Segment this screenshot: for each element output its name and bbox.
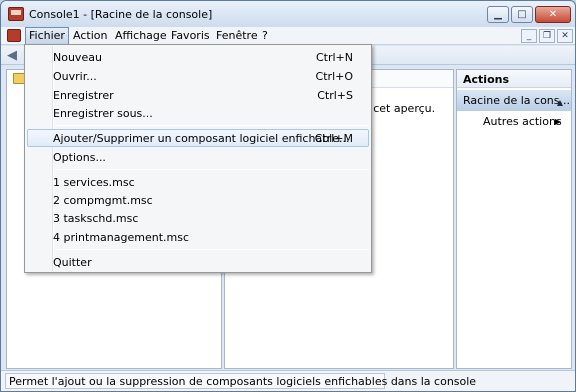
recent-file-4[interactable]: 4 printmanagement.msc: [27, 228, 369, 246]
mdi-minimize-button[interactable]: _: [521, 29, 537, 43]
mdi-restore-button[interactable]: ❐: [539, 29, 555, 43]
menu-fichier[interactable]: Fichier: [25, 27, 69, 45]
menu-bar: Fichier Action Affichage Favoris Fenêtre…: [1, 27, 575, 45]
console-menu-icon[interactable]: [7, 29, 21, 42]
menu-item-options[interactable]: Options...: [27, 148, 369, 166]
menu-help[interactable]: ?: [259, 29, 271, 42]
actions-pane: Actions Racine de la cons... ▲ Autres ac…: [456, 69, 572, 369]
menu-item-ouvrir[interactable]: Ouvrir... Ctrl+O: [27, 67, 369, 85]
menu-favoris[interactable]: Favoris: [168, 29, 213, 42]
actions-group-label: Racine de la cons...: [463, 94, 570, 107]
actions-group-header[interactable]: Racine de la cons...: [457, 90, 571, 111]
mdi-close-button[interactable]: ✕: [557, 29, 573, 43]
maximize-button[interactable]: □: [511, 6, 533, 23]
actions-title: Actions: [457, 70, 571, 88]
window-title: Console1 - [Racine de la console]: [29, 8, 213, 21]
status-bar: Permet l'ajout ou la suppression de comp…: [1, 370, 575, 391]
more-actions-link[interactable]: Autres actions: [483, 115, 562, 128]
title-bar[interactable]: Console1 - [Racine de la console] ▁ □ ✕: [1, 1, 575, 27]
submenu-arrow-icon: ▶: [554, 117, 561, 126]
menu-item-enregistrer-sous[interactable]: Enregistrer sous...: [27, 104, 369, 122]
collapse-up-icon[interactable]: ▲: [557, 98, 563, 107]
status-text: Permet l'ajout ou la suppression de comp…: [5, 373, 476, 389]
recent-file-3[interactable]: 3 taskschd.msc: [27, 209, 369, 227]
minimize-button[interactable]: ▁: [487, 6, 509, 23]
menu-separator: [55, 125, 369, 126]
menu-fenetre[interactable]: Fenêtre: [213, 29, 261, 42]
mmc-console-icon[interactable]: [8, 7, 24, 21]
menu-affichage[interactable]: Affichage: [112, 29, 170, 42]
back-arrow-icon[interactable]: ◀: [7, 49, 21, 62]
menu-separator: [55, 169, 369, 170]
file-menu-dropdown: Nouveau Ctrl+N Ouvrir... Ctrl+O Enregist…: [24, 44, 372, 273]
mmc-window: Console1 - [Racine de la console] ▁ □ ✕ …: [0, 0, 576, 392]
menu-item-nouveau[interactable]: Nouveau Ctrl+N: [27, 48, 369, 66]
recent-file-1[interactable]: 1 services.msc: [27, 173, 369, 191]
menu-item-enregistrer[interactable]: Enregistrer Ctrl+S: [27, 86, 369, 104]
menu-item-quitter[interactable]: Quitter: [27, 253, 369, 271]
recent-file-2[interactable]: 2 compmgmt.msc: [27, 191, 369, 209]
menu-separator: [55, 249, 369, 250]
menu-item-ajouter-supprimer[interactable]: Ajouter/Supprimer un composant logiciel …: [27, 129, 369, 147]
close-button[interactable]: ✕: [535, 6, 571, 23]
menu-action[interactable]: Action: [70, 29, 110, 42]
